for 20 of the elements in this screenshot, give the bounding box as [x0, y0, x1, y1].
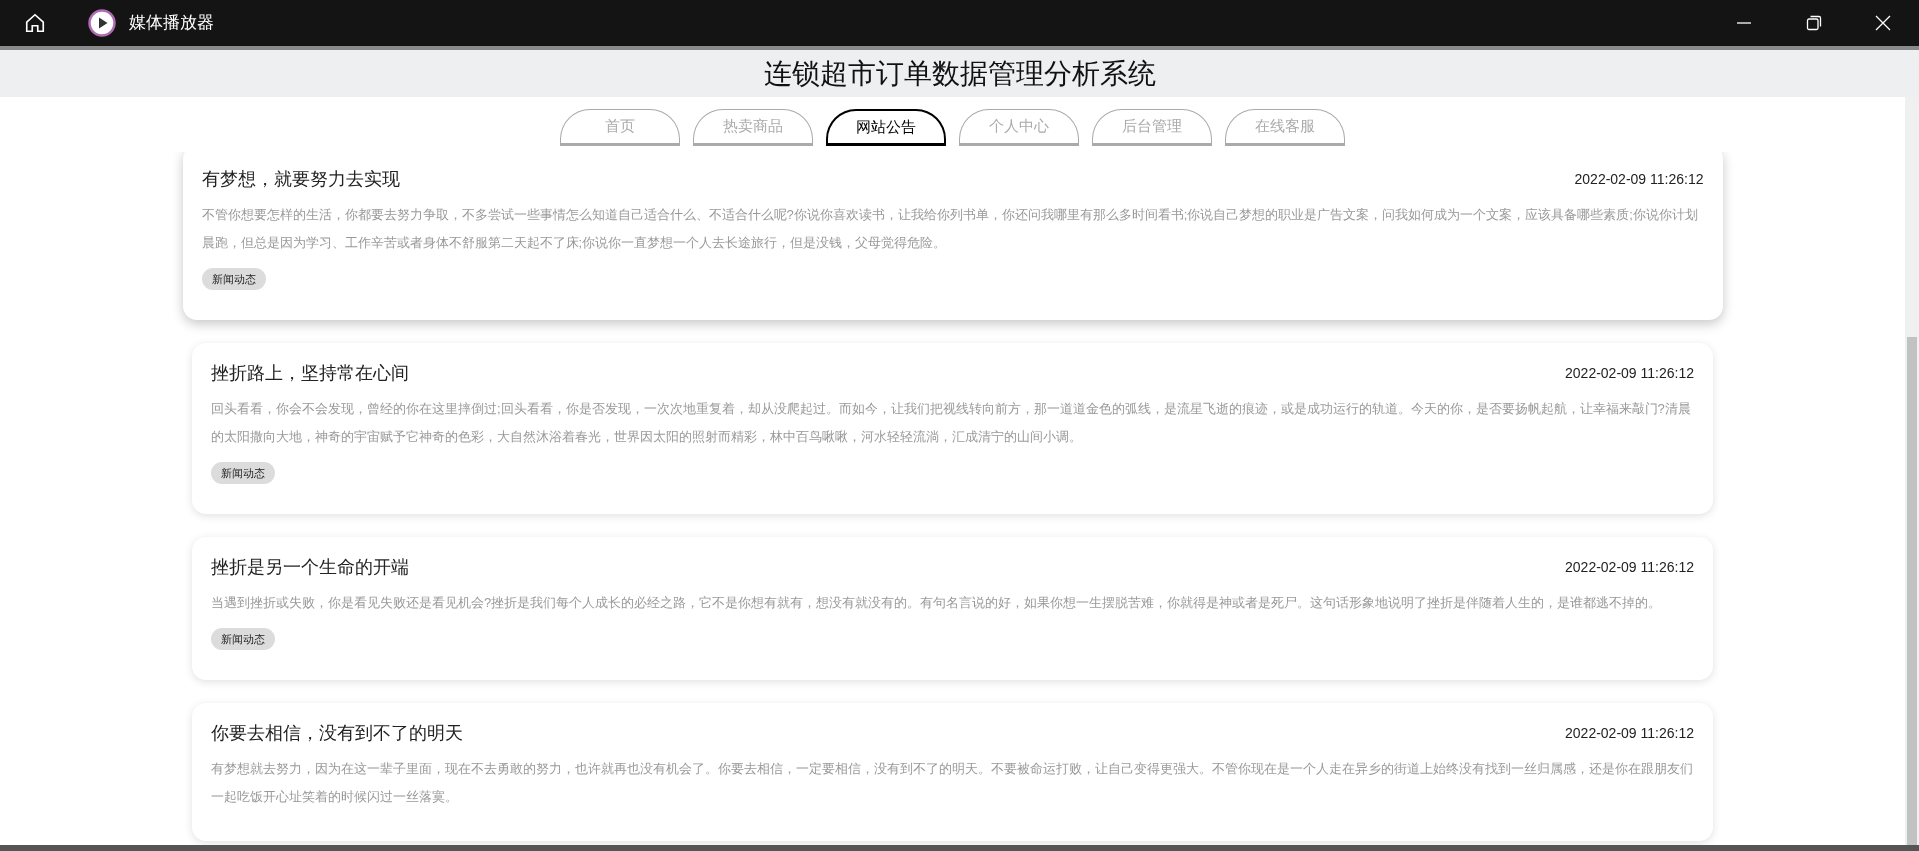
notice-date: 2022-02-09 11:26:12 — [1574, 169, 1704, 189]
notice-title[interactable]: 挫折路上，坚持常在心间 — [211, 359, 409, 387]
category-tag: 新闻动态 — [211, 462, 275, 484]
nav-tab[interactable]: 网站公告 — [826, 109, 946, 146]
window-title: 媒体播放器 — [129, 12, 214, 35]
notice-date: 2022-02-09 11:26:12 — [1565, 557, 1694, 577]
notice-title[interactable]: 挫折是另一个生命的开端 — [211, 553, 409, 581]
page-title: 连锁超市订单数据管理分析系统 — [763, 56, 1156, 91]
notice-title[interactable]: 你要去相信，没有到不了的明天 — [211, 719, 463, 747]
notice-title[interactable]: 有梦想，就要努力去实现 — [201, 165, 400, 193]
restore-icon[interactable] — [1806, 15, 1822, 31]
category-tag: 新闻动态 — [201, 268, 266, 290]
scrollbar[interactable] — [1905, 97, 1919, 845]
home-icon[interactable] — [24, 12, 46, 34]
notice-date: 2022-02-09 11:26:12 — [1565, 723, 1694, 743]
close-icon[interactable] — [1875, 15, 1891, 31]
category-tag: 新闻动态 — [211, 628, 275, 650]
play-logo-icon — [88, 9, 116, 37]
scrollbar-thumb[interactable] — [1907, 337, 1917, 845]
notice-date: 2022-02-09 11:26:12 — [1565, 363, 1694, 383]
